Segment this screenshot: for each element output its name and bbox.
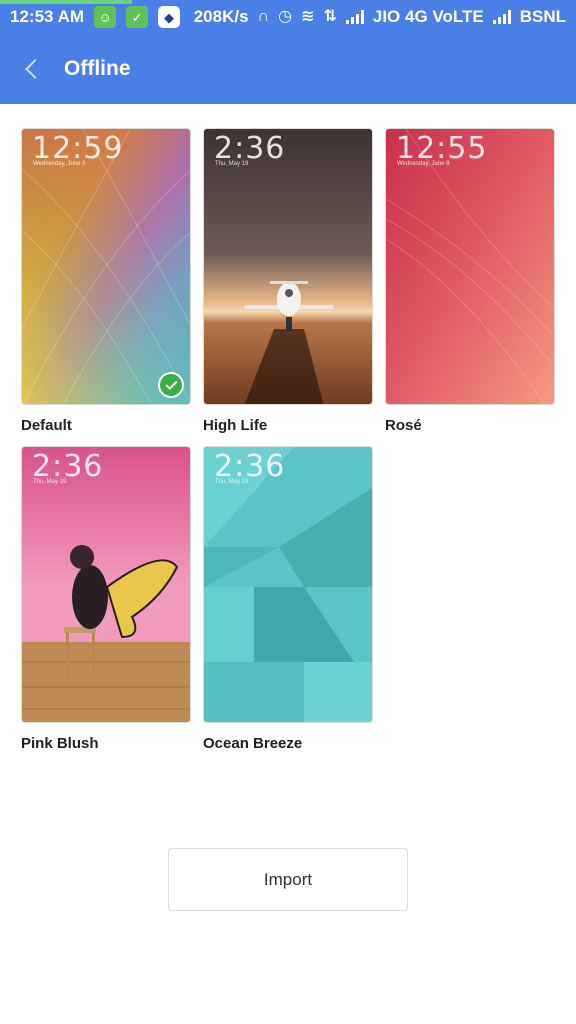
- data-arrows-icon: ⇅: [323, 8, 337, 25]
- lock-date: Thu, May 19: [215, 161, 249, 167]
- selected-check-icon: [158, 372, 184, 398]
- network-speed: 208K/s: [193, 7, 249, 26]
- theme-card-rose[interactable]: 12:55 Wednesday, June 8 Rosé: [385, 128, 555, 434]
- theme-thumbnail[interactable]: 2:36 Thu, May 19: [203, 128, 373, 405]
- download-progress-line: [0, 0, 132, 4]
- theme-thumbnail[interactable]: 2:36 Thu, May 19: [21, 446, 191, 723]
- theme-name: Default: [21, 417, 72, 434]
- wifi-icon: ≋: [301, 8, 315, 25]
- theme-card-ocean-breeze[interactable]: 2:36 Thu, May 19 Ocean Breeze: [203, 446, 373, 752]
- lock-date: Wednesday, June 8: [397, 161, 450, 167]
- theme-card-high-life[interactable]: 2:36 Thu, May 19 High Life: [203, 128, 373, 434]
- alarm-icon: ◷: [278, 8, 293, 25]
- import-button[interactable]: Import: [168, 848, 408, 911]
- signal-icon: [345, 10, 364, 24]
- theme-name: Pink Blush: [21, 735, 99, 752]
- theme-name: Ocean Breeze: [203, 735, 303, 752]
- lock-date: Thu, May 19: [215, 479, 249, 485]
- theme-card-pink-blush[interactable]: 2:36 Thu, May 19 Pink Blush: [21, 446, 191, 752]
- signal-icon: [492, 10, 511, 24]
- theme-name: High Life: [203, 417, 268, 434]
- app-header: Offline: [0, 34, 576, 104]
- theme-thumbnail[interactable]: 12:59 Wednesday, June 8: [21, 128, 191, 405]
- chevron-left-icon: [25, 59, 45, 79]
- theme-thumbnail[interactable]: 2:36 Thu, May 19: [203, 446, 373, 723]
- status-time: 12:53 AM: [10, 7, 85, 26]
- theme-thumbnail[interactable]: 12:55 Wednesday, June 8: [385, 128, 555, 405]
- lock-date: Wednesday, June 8: [33, 161, 86, 167]
- headphones-icon: ∩: [257, 8, 270, 25]
- notification-leaf-icon: ✓: [126, 6, 149, 28]
- theme-card-default[interactable]: 12:59 Wednesday, June 8 Default: [21, 128, 191, 434]
- page-title: Offline: [64, 57, 131, 80]
- carrier-2: BSNL: [519, 7, 566, 26]
- back-button[interactable]: [0, 34, 64, 104]
- carrier-1: JIO 4G VoLTE: [372, 7, 484, 26]
- shield-icon: ◆: [158, 6, 181, 28]
- status-bar: 12:53 AM ☺ ✓ ◆ 208K/s ∩ ◷ ≋ ⇅ JIO 4G VoL…: [0, 0, 576, 34]
- notification-app-icon: ☺: [94, 6, 117, 28]
- lock-date: Thu, May 19: [33, 479, 67, 485]
- theme-name: Rosé: [385, 417, 422, 434]
